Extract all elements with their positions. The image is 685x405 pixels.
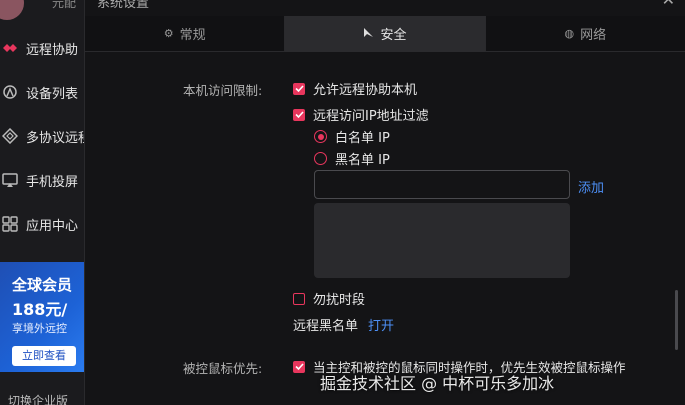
sidebar-item-device-list[interactable]: 设备列表 [0, 75, 84, 109]
sidebar-item-label: 应用中心 [26, 218, 79, 234]
checkbox-unchecked-icon [293, 292, 305, 305]
globe-icon: ◍ [564, 27, 575, 40]
ip-list-box[interactable] [314, 203, 570, 278]
promo-description: 享境外远控 [12, 322, 67, 335]
remote-blacklist-row: 远程黑名单 打开 [293, 315, 394, 334]
tab-label: 网络 [580, 28, 607, 43]
add-ip-link[interactable]: 添加 [578, 177, 604, 196]
remote-assist-icon [2, 40, 18, 56]
sidebar-item-label: 手机投屏 [26, 174, 79, 190]
radio-selected-icon [314, 130, 327, 143]
mouse-priority-label: 被控鼠标优先: [183, 361, 263, 376]
checkbox-label: 允许远程协助本机 [313, 83, 418, 98]
membership-promo-banner[interactable]: 全球会员 188元/ 享境外远控 立即查看 [0, 262, 84, 372]
switch-enterprise-link[interactable]: 切换企业版 [8, 392, 68, 405]
checkbox-checked-icon [293, 360, 305, 373]
radio-unselected-icon [314, 152, 327, 165]
multi-protocol-icon [2, 128, 18, 144]
tab-label: 安全 [380, 28, 407, 43]
checkbox-checked-icon [293, 82, 305, 95]
settings-tabs: ⚙ 常规 安全 ◍ 网络 [85, 16, 685, 52]
promo-title: 全球会员 [12, 276, 73, 294]
app-center-icon [2, 216, 18, 232]
tab-general[interactable]: ⚙ 常规 [85, 16, 286, 52]
dnd-checkbox[interactable]: 勿扰时段 [293, 289, 365, 308]
dialog-title: 系统设置 [97, 0, 150, 11]
username: 元配 [52, 0, 77, 10]
sidebar-item-remote-assist[interactable]: 远程协助 [0, 31, 84, 65]
scrollbar[interactable] [675, 290, 678, 350]
tab-security[interactable]: 安全 [285, 16, 486, 52]
gear-icon: ⚙ [163, 27, 174, 40]
sidebar-item-label: 设备列表 [26, 86, 79, 102]
whitelist-radio[interactable]: 白名单 IP [314, 127, 390, 146]
blacklist-radio[interactable]: 黑名单 IP [314, 149, 390, 168]
radio-label: 黑名单 IP [335, 153, 390, 168]
settings-dialog: 系统设置 ✕ ⚙ 常规 安全 ◍ 网络 本机访问限制: 允许远程协助本机 远程访… [84, 0, 685, 405]
checkbox-checked-icon [293, 108, 305, 121]
sidebar-item-multi-protocol[interactable]: 多协议远程 [0, 119, 84, 153]
checkbox-label: 勿扰时段 [313, 293, 366, 308]
allow-remote-assist-checkbox[interactable]: 允许远程协助本机 [293, 79, 417, 98]
remote-blacklist-label: 远程黑名单 [293, 319, 359, 334]
access-limit-label: 本机访问限制: [183, 83, 263, 98]
screen-cast-icon [2, 172, 18, 188]
tab-label: 常规 [179, 28, 206, 43]
promo-view-button[interactable]: 立即查看 [12, 346, 76, 366]
watermark: 掘金技术社区 @ 中杯可乐多加冰 [320, 374, 555, 393]
ip-filter-checkbox[interactable]: 远程访问IP地址过滤 [293, 105, 429, 124]
sidebar-item-label: 多协议远程 [26, 130, 84, 146]
open-blacklist-link[interactable]: 打开 [368, 315, 394, 334]
radio-label: 白名单 IP [335, 131, 390, 146]
close-icon[interactable]: ✕ [662, 0, 675, 9]
sidebar-item-app-center[interactable]: 应用中心 [0, 207, 84, 241]
device-list-icon [2, 84, 18, 100]
sidebar-item-label: 远程协助 [26, 42, 79, 58]
promo-price: 188元/ [12, 300, 68, 319]
checkbox-label: 远程访问IP地址过滤 [313, 109, 429, 124]
app-sidebar: 元配 远程协助 设备列表 多协议远程 手机投屏 应用中心 全球会员 188元/ … [0, 0, 84, 405]
tab-network[interactable]: ◍ 网络 [485, 16, 685, 52]
ip-address-input[interactable] [314, 170, 570, 199]
avatar[interactable] [0, 0, 24, 20]
sidebar-item-screen-cast[interactable]: 手机投屏 [0, 163, 84, 197]
security-icon [363, 27, 374, 41]
